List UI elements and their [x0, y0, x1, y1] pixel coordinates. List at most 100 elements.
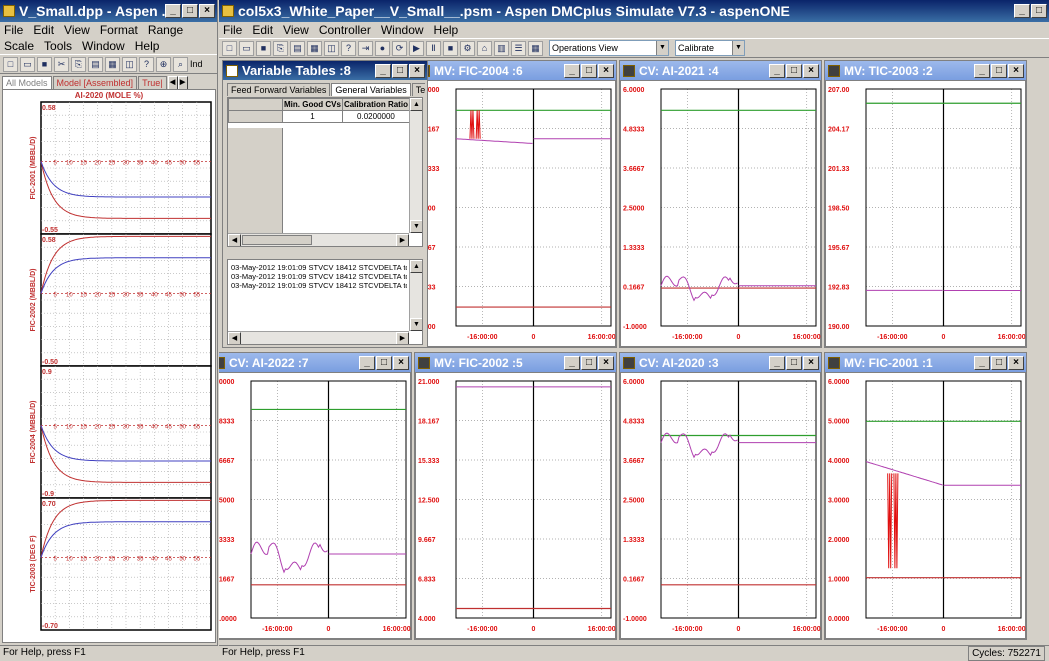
vt-hscroll[interactable]: ◀ ▶ — [228, 233, 409, 246]
tab-true[interactable]: True| — [138, 76, 167, 90]
menu-scale[interactable]: Scale — [4, 39, 34, 53]
copy-icon[interactable]: ⎘ — [71, 56, 86, 72]
log-vscroll[interactable]: ▲ ▼ — [409, 260, 422, 331]
preview-icon[interactable]: ◫ — [122, 56, 137, 72]
main-maximize-button[interactable]: □ — [1031, 4, 1047, 18]
save-icon[interactable]: ■ — [256, 40, 271, 56]
help-icon[interactable]: ? — [139, 56, 154, 72]
tab-all-models[interactable]: All Models — [2, 76, 52, 90]
trend-close-button[interactable]: × — [1008, 355, 1024, 370]
scroll-right-icon[interactable]: ▶ — [396, 332, 409, 344]
log-hscroll[interactable]: ◀ ▶ — [228, 331, 409, 344]
trend-close-button[interactable]: × — [1008, 63, 1024, 78]
trend-minimize-button[interactable]: _ — [359, 355, 375, 370]
trend-minimize-button[interactable]: _ — [564, 355, 580, 370]
menu-help[interactable]: Help — [135, 39, 160, 53]
menu-view[interactable]: View — [64, 23, 90, 37]
help-icon[interactable]: ? — [341, 40, 356, 56]
trend-close-button[interactable]: × — [803, 63, 819, 78]
trend-maximize-button[interactable]: □ — [376, 355, 392, 370]
trend-maximize-button[interactable]: □ — [991, 355, 1007, 370]
open-icon[interactable]: ▭ — [239, 40, 254, 56]
view-select[interactable]: Operations View ▼ — [549, 40, 669, 56]
table-icon[interactable]: ▥ — [494, 40, 509, 56]
list-icon[interactable]: ☰ — [511, 40, 526, 56]
close-button[interactable]: × — [199, 4, 215, 18]
menu-file[interactable]: File — [223, 23, 242, 37]
menu-controller[interactable]: Controller — [319, 23, 371, 37]
tab-general-variables[interactable]: General Variables — [331, 83, 411, 96]
preview-icon[interactable]: ◫ — [324, 40, 339, 56]
trend-maximize-button[interactable]: □ — [786, 355, 802, 370]
trend-minimize-button[interactable]: _ — [564, 63, 580, 78]
vt-vscroll[interactable]: ▲ ▼ — [409, 98, 422, 233]
new-icon[interactable]: □ — [3, 56, 18, 72]
trend-minimize-button[interactable]: _ — [769, 355, 785, 370]
scroll-down-icon[interactable]: ▼ — [410, 318, 422, 331]
pause-icon[interactable]: Ⅱ — [426, 40, 441, 56]
open-icon[interactable]: ▭ — [20, 56, 35, 72]
stop-icon[interactable]: ■ — [443, 40, 458, 56]
scroll-left-icon[interactable]: ◀ — [228, 234, 241, 246]
mode-select[interactable]: Calibrate ▼ — [675, 40, 745, 56]
step-icon[interactable]: ⇥ — [358, 40, 373, 56]
menu-file[interactable]: File — [4, 23, 23, 37]
main-minimize-button[interactable]: _ — [1014, 4, 1030, 18]
trend-close-button[interactable]: × — [803, 355, 819, 370]
trend-maximize-button[interactable]: □ — [786, 63, 802, 78]
menu-edit[interactable]: Edit — [33, 23, 54, 37]
menu-format[interactable]: Format — [100, 23, 138, 37]
trend-close-button[interactable]: × — [598, 355, 614, 370]
vt-minimize-button[interactable]: _ — [375, 63, 391, 78]
cell-calibration-ratio[interactable]: 0.0200000 — [341, 110, 411, 123]
trend-minimize-button[interactable]: _ — [769, 63, 785, 78]
tab-test-group[interactable]: Test Group — [411, 83, 425, 96]
grid-icon[interactable]: ▦ — [528, 40, 543, 56]
trend-minimize-button[interactable]: _ — [974, 63, 990, 78]
settings-icon[interactable]: ⚙ — [460, 40, 475, 56]
copy-icon[interactable]: ⎘ — [273, 40, 288, 56]
scroll-up-icon[interactable]: ▲ — [410, 98, 422, 111]
loop-icon[interactable]: ⟳ — [392, 40, 407, 56]
paste-icon[interactable]: ▤ — [290, 40, 305, 56]
find-icon[interactable]: ⌕ — [173, 56, 188, 72]
scroll-left-icon[interactable]: ◀ — [228, 332, 241, 344]
tab-feed-forward[interactable]: Feed Forward Variables — [227, 83, 331, 96]
print-icon[interactable]: ▦ — [105, 56, 120, 72]
zoom-icon[interactable]: ⊕ — [156, 56, 171, 72]
new-icon[interactable]: □ — [222, 40, 237, 56]
menu-window[interactable]: Window — [381, 23, 424, 37]
trend-maximize-button[interactable]: □ — [991, 63, 1007, 78]
play-icon[interactable]: ▶ — [409, 40, 424, 56]
scroll-right-icon[interactable]: ▶ — [396, 234, 409, 246]
menu-edit[interactable]: Edit — [252, 23, 273, 37]
scroll-down-icon[interactable]: ▼ — [410, 220, 422, 233]
vt-close-button[interactable]: × — [409, 63, 425, 78]
minimize-button[interactable]: _ — [165, 4, 181, 18]
print-icon[interactable]: ▦ — [307, 40, 322, 56]
menu-view[interactable]: View — [283, 23, 309, 37]
trend-minimize-button[interactable]: _ — [974, 355, 990, 370]
trend-close-button[interactable]: × — [598, 63, 614, 78]
trend-close-button[interactable]: × — [393, 355, 409, 370]
tab-scroll-right-icon[interactable]: ▶ — [177, 76, 188, 90]
menu-tools[interactable]: Tools — [44, 39, 72, 53]
tab-model-assembled[interactable]: Model [Assembled] — [52, 76, 138, 90]
trend-maximize-button[interactable]: □ — [581, 63, 597, 78]
cut-icon[interactable]: ✂ — [54, 56, 69, 72]
toolbar-ind[interactable]: Ind — [190, 59, 203, 69]
menu-help[interactable]: Help — [434, 23, 459, 37]
paste-icon[interactable]: ▤ — [88, 56, 103, 72]
trend-maximize-button[interactable]: □ — [581, 355, 597, 370]
lock-icon[interactable]: ⌂ — [477, 40, 492, 56]
record-icon[interactable]: ● — [375, 40, 390, 56]
menu-range[interactable]: Range — [148, 23, 183, 37]
tab-scroll-left-icon[interactable]: ◀ — [167, 76, 178, 90]
maximize-button[interactable]: □ — [182, 4, 198, 18]
scroll-up-icon[interactable]: ▲ — [410, 260, 422, 273]
cell-min-good-cvs[interactable]: 1 — [282, 110, 343, 123]
save-icon[interactable]: ■ — [37, 56, 52, 72]
menu-window[interactable]: Window — [82, 39, 125, 53]
scroll-thumb[interactable] — [242, 235, 312, 245]
vt-maximize-button[interactable]: □ — [392, 63, 408, 78]
